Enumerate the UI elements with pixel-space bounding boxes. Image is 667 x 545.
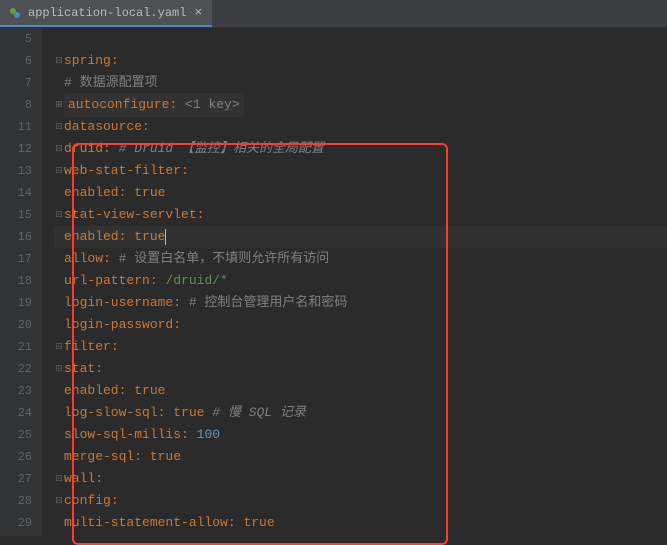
line-number: 27: [0, 468, 32, 490]
code-line-18: url-pattern: /druid/*: [54, 270, 667, 292]
code-line-29: multi-statement-allow: true: [54, 512, 667, 534]
fold-icon[interactable]: ⊟: [54, 138, 64, 160]
line-number: 8: [0, 94, 32, 116]
fold-icon[interactable]: ⊟: [54, 160, 64, 182]
line-number: 19: [0, 292, 32, 314]
code-line-6: ⊟spring:: [54, 50, 667, 72]
line-number: 23: [0, 380, 32, 402]
tab-bar: application-local.yaml ×: [0, 0, 667, 28]
code-line-7: # 数据源配置项: [54, 72, 667, 94]
text-cursor: [165, 229, 166, 245]
code-line-5: [54, 28, 667, 50]
code-line-14: enabled: true: [54, 182, 667, 204]
line-number: 14: [0, 182, 32, 204]
tab-filename: application-local.yaml: [28, 6, 186, 20]
line-number: 12: [0, 138, 32, 160]
line-number: 5: [0, 28, 32, 50]
code-line-22: ⊟ stat:: [54, 358, 667, 380]
line-number: 13: [0, 160, 32, 182]
line-number: 16: [0, 226, 32, 248]
line-number: 15: [0, 204, 32, 226]
line-number: 11: [0, 116, 32, 138]
code-line-15: ⊟ stat-view-servlet:: [54, 204, 667, 226]
editor-area[interactable]: 5 6 7 8 11 12 13 14 15 16 17 18 19 20 21…: [0, 28, 667, 536]
code-line-19: login-username: # 控制台管理用户名和密码: [54, 292, 667, 314]
line-number: 22: [0, 358, 32, 380]
gutter: 5 6 7 8 11 12 13 14 15 16 17 18 19 20 21…: [0, 28, 42, 536]
code-line-8: ⊞ autoconfigure: <1 key>: [54, 94, 667, 116]
editor-tab[interactable]: application-local.yaml ×: [0, 0, 212, 27]
yaml-file-icon: [8, 6, 22, 20]
line-number: 26: [0, 446, 32, 468]
line-number: 29: [0, 512, 32, 534]
fold-icon[interactable]: ⊟: [54, 336, 64, 358]
fold-icon[interactable]: ⊟: [54, 468, 64, 490]
line-number: 24: [0, 402, 32, 424]
code-line-20: login-password:: [54, 314, 667, 336]
line-number: 17: [0, 248, 32, 270]
code-line-11: ⊟ datasource:: [54, 116, 667, 138]
close-icon[interactable]: ×: [192, 5, 204, 20]
code-line-24: log-slow-sql: true # 慢 SQL 记录: [54, 402, 667, 424]
code-line-17: allow: # 设置白名单，不填则允许所有访问: [54, 248, 667, 270]
fold-icon[interactable]: ⊟: [54, 204, 64, 226]
fold-icon[interactable]: ⊞: [54, 94, 64, 116]
code-content[interactable]: ⊟spring: # 数据源配置项 ⊞ autoconfigure: <1 ke…: [42, 28, 667, 536]
line-number: 28: [0, 490, 32, 512]
code-line-16: enabled: true: [54, 226, 667, 248]
code-line-26: merge-sql: true: [54, 446, 667, 468]
fold-icon[interactable]: ⊟: [54, 50, 64, 72]
line-number: 21: [0, 336, 32, 358]
fold-icon[interactable]: ⊟: [54, 358, 64, 380]
code-line-21: ⊟ filter:: [54, 336, 667, 358]
line-number: 6: [0, 50, 32, 72]
fold-icon[interactable]: ⊟: [54, 490, 64, 512]
code-line-13: ⊟ web-stat-filter:: [54, 160, 667, 182]
line-number: 25: [0, 424, 32, 446]
line-number: 18: [0, 270, 32, 292]
fold-icon[interactable]: ⊟: [54, 116, 64, 138]
line-number: 20: [0, 314, 32, 336]
code-line-25: slow-sql-millis: 100: [54, 424, 667, 446]
code-line-12: ⊟ druid: # Druid 【监控】相关的全局配置: [54, 138, 667, 160]
code-line-28: ⊟ config:: [54, 490, 667, 512]
code-line-27: ⊟ wall:: [54, 468, 667, 490]
line-number: 7: [0, 72, 32, 94]
code-line-23: enabled: true: [54, 380, 667, 402]
